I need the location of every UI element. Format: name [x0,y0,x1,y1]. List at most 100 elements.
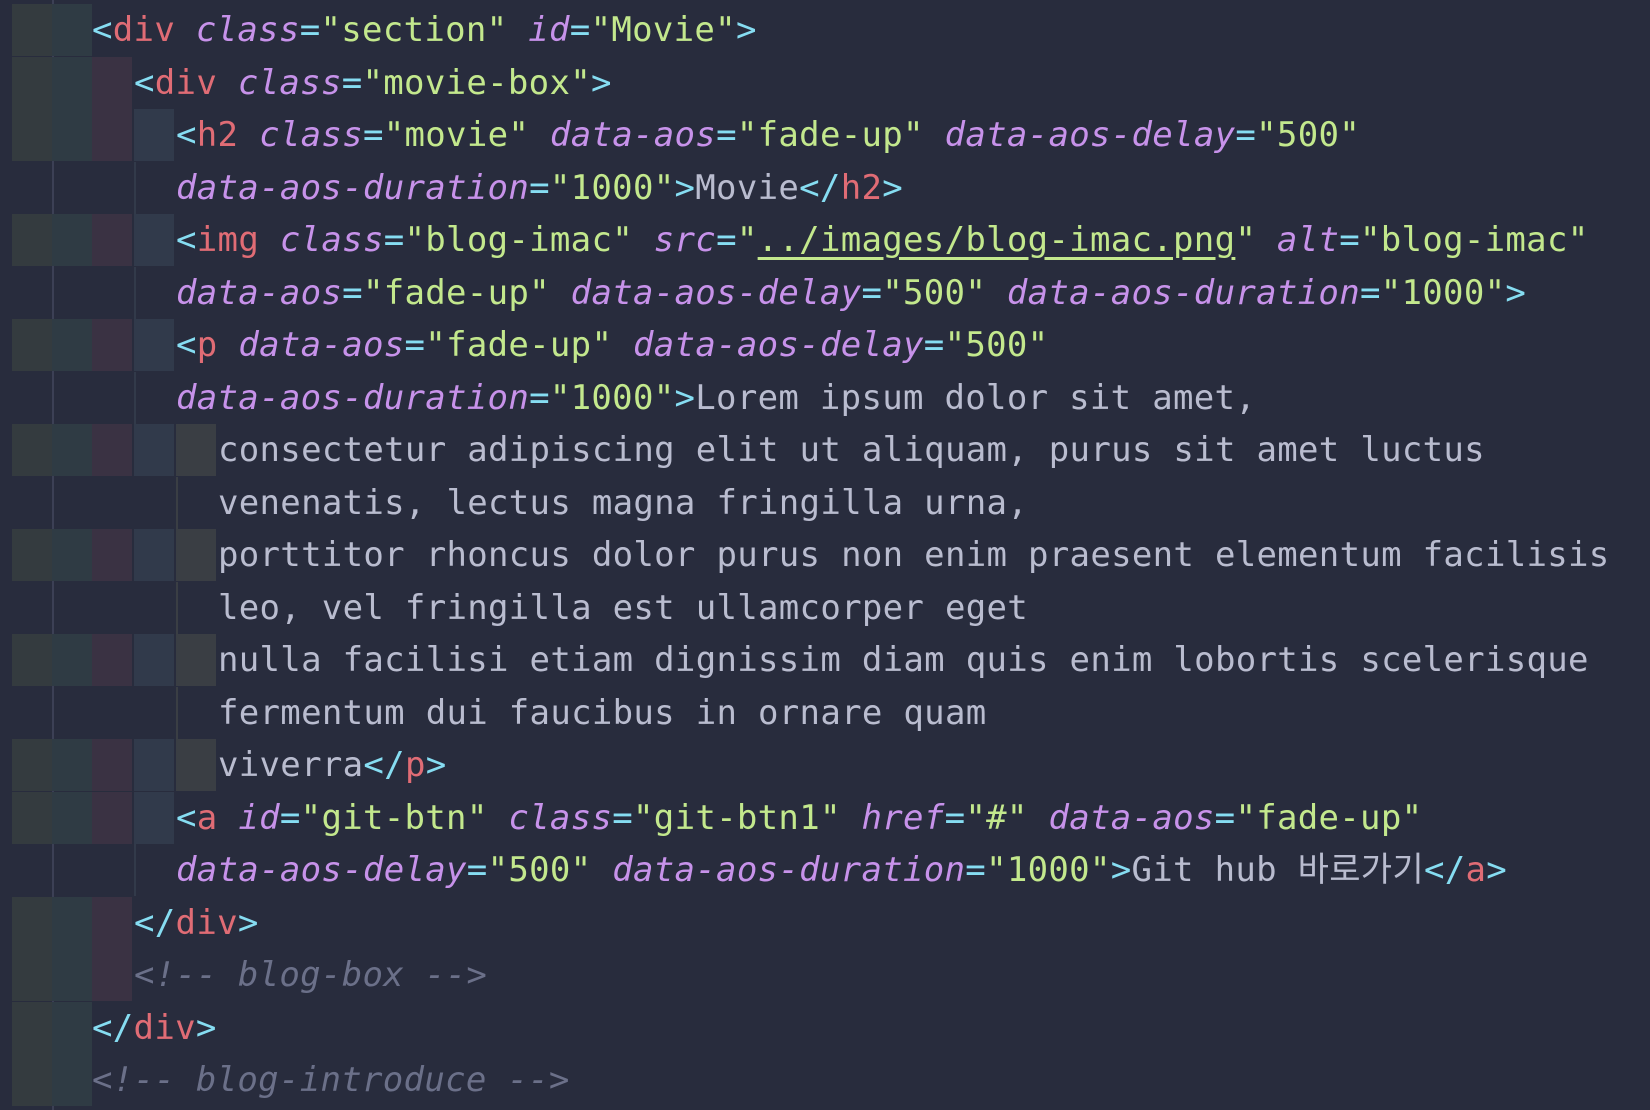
indent-guide [52,424,92,476]
token-cmt: <!-- blog-box --> [134,955,488,995]
code-line[interactable]: venenatis, lectus magna fringilla urna, [0,476,1650,529]
indent-guide [92,424,132,476]
code-line[interactable]: </div> [0,1001,1650,1054]
indent-guide [92,109,132,161]
token-punc: > [590,62,612,103]
token-punc: < [176,325,197,365]
indent-guide [134,791,174,844]
code-line[interactable]: <img class="blog-imac" src="../images/bl… [0,214,1650,266]
token-str: "500" [882,272,987,313]
indent-guide [176,529,216,581]
token-sp [218,798,239,838]
code-text: consectetur adipiscing elit ut aliquam, … [218,428,1485,472]
token-text: fermentum dui faucibus in ornare quam [218,692,987,733]
token-punc: > [425,745,447,785]
code-text: <div class="section" id="Movie"> [92,8,757,52]
token-attr: class [195,10,300,50]
token-attr: src [653,220,717,260]
code-line[interactable]: <a id="git-btn" class="git-btn1" href="#… [0,791,1650,844]
token-sp [841,798,862,838]
code-line[interactable]: <!-- blog-introduce --> [0,1054,1650,1106]
token-str: " [1235,220,1257,260]
indent-guide [12,4,52,56]
code-line[interactable]: <div class="section" id="Movie"> [0,4,1650,56]
code-line[interactable]: <div class="movie-box"> [0,56,1650,109]
code-text: porttitor rhoncus dolor purus non enim p… [218,533,1610,577]
token-tag: div [133,1007,196,1048]
token-str: " [736,220,758,260]
token-punc: = [944,797,966,838]
token-punc: < [134,62,155,103]
code-text: <a id="git-btn" class="git-btn1" href="#… [176,796,1422,840]
token-attr: data-aos-duration [612,850,966,890]
token-punc: = [529,377,550,418]
token-link[interactable]: ../images/blog-imac.png [758,220,1236,260]
token-text: Git hub 바로가기 [1131,850,1424,890]
token-attr: data-aos-delay [570,272,862,313]
indent-line [176,581,178,634]
code-line[interactable]: nulla facilisi etiam dignissim diam quis… [0,634,1650,686]
token-attr: alt [1276,220,1340,260]
code-line[interactable]: fermentum dui faucibus in ornare quam [0,686,1650,739]
indent-guide [52,791,92,844]
token-str: "fade-up" [1235,797,1423,838]
token-punc: = [1339,220,1361,260]
token-punc: = [612,797,634,838]
token-str: "1000" [1380,272,1506,313]
code-line[interactable]: data-aos-delay="500" data-aos-duration="… [0,844,1650,896]
indent-guide [176,634,216,686]
token-punc: </ [363,745,405,785]
code-line[interactable]: porttitor rhoncus dolor purus non enim p… [0,529,1650,581]
code-text: <h2 class="movie" data-aos="fade-up" dat… [176,113,1360,157]
indent-line [134,161,136,214]
token-text: porttitor rhoncus dolor purus non enim p… [218,535,1610,575]
token-sp [488,798,509,838]
token-punc: > [735,10,757,50]
token-tag: div [175,902,238,943]
token-attr: data-aos [549,115,717,155]
token-sp [507,10,528,50]
token-attr: href [861,797,945,838]
token-str: "500" [487,850,592,890]
code-line[interactable]: consectetur adipiscing elit ut aliquam, … [0,424,1650,476]
code-line[interactable]: </div> [0,896,1650,949]
code-text: venenatis, lectus magna fringilla urna, [218,481,1028,525]
indent-guide [52,949,92,1001]
indent-line [134,844,136,896]
token-text: consectetur adipiscing elit ut aliquam, … [218,430,1485,470]
token-text: Movie [695,167,800,208]
token-punc: = [716,115,737,155]
code-text: <!-- blog-box --> [134,953,487,997]
indent-guide [92,896,132,949]
code-line[interactable]: viverra</p> [0,739,1650,791]
token-punc: = [861,272,883,313]
code-line[interactable]: <h2 class="movie" data-aos="fade-up" dat… [0,109,1650,161]
token-tag: img [196,220,260,260]
token-tag: p [196,325,218,365]
token-str: "fade-up" [425,325,613,365]
code-editor[interactable]: <div class="section" id="Movie"> <div cla… [0,0,1650,1110]
token-sp [175,10,196,50]
token-punc: = [342,272,363,313]
token-str: "fade-up" [362,272,550,313]
token-punc: > [1486,850,1508,890]
code-line[interactable]: leo, vel fringilla est ullamcorper eget [0,581,1650,634]
code-line[interactable]: <!-- blog-box --> [0,949,1650,1001]
token-tag: div [112,10,176,50]
code-line[interactable]: data-aos-duration="1000">Movie</h2> [0,161,1650,214]
token-str: "section" [320,10,508,50]
indent-guide [92,949,132,1001]
indent-guide [92,739,132,791]
code-line[interactable]: data-aos="fade-up" data-aos-delay="500" … [0,266,1650,319]
token-attr: data-aos-delay [944,115,1236,155]
token-sp [550,273,571,313]
indent-guide [52,1001,92,1054]
token-str: "git-btn1" [633,797,841,838]
token-punc: = [299,10,321,50]
code-line[interactable]: data-aos-duration="1000">Lorem ipsum dol… [0,371,1650,424]
code-text: data-aos="fade-up" data-aos-delay="500" … [176,271,1526,315]
token-cmt: <!-- blog-introduce --> [92,1060,570,1100]
code-line[interactable]: <p data-aos="fade-up" data-aos-delay="50… [0,319,1650,371]
token-attr: data-aos-duration [176,167,530,208]
token-str: "blog-imac" [404,220,633,260]
